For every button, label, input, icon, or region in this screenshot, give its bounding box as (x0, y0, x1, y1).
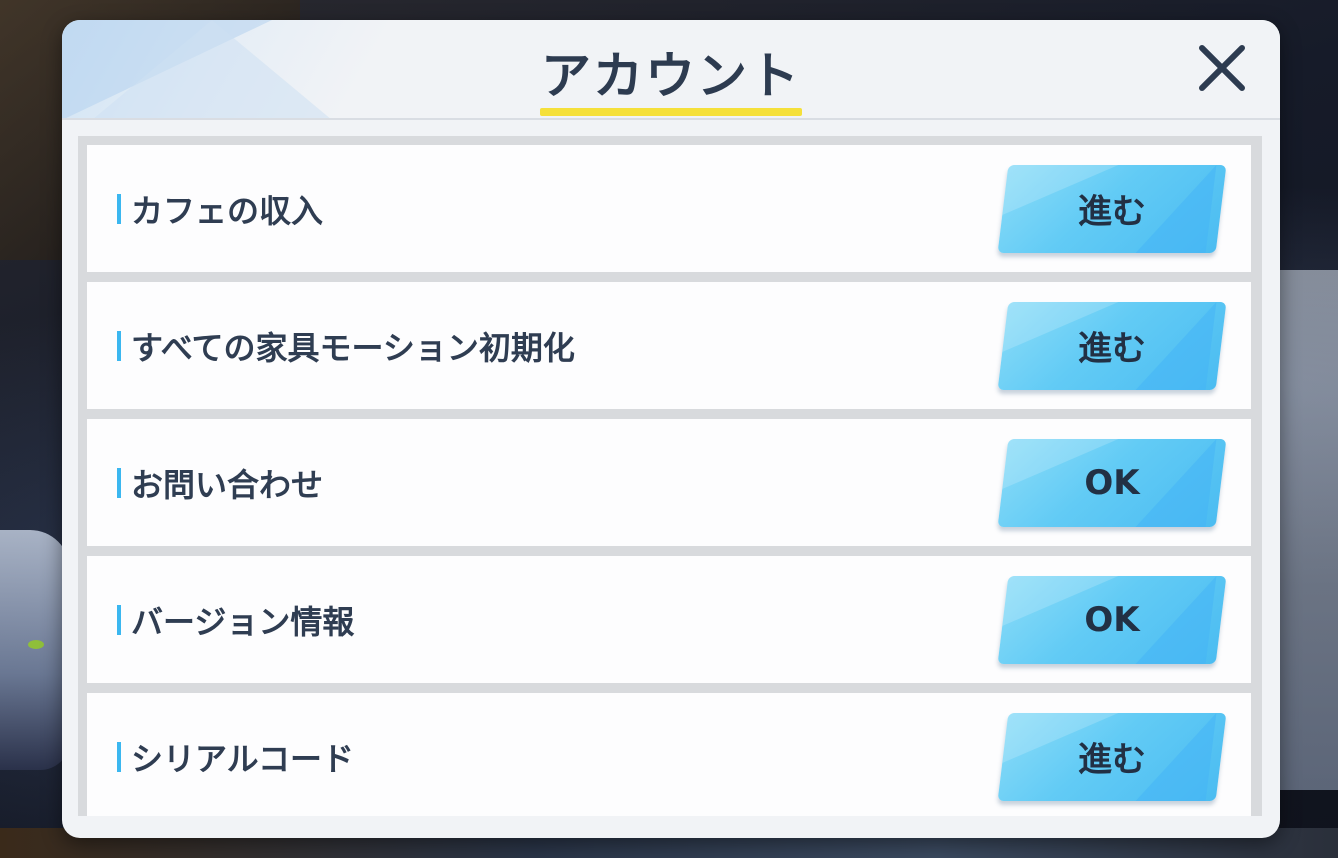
row-label: カフェの収入 (131, 191, 324, 230)
settings-list: カフェの収入 進む すべての家具モーション初期化 進む お問い合わせ OK バー… (78, 136, 1262, 816)
background-character (0, 530, 70, 770)
list-item-version-info: バージョン情報 OK (87, 556, 1251, 683)
background-decoration (1278, 270, 1338, 790)
label-bar (117, 193, 121, 224)
background-character-eye (28, 640, 44, 649)
label-bar (117, 330, 121, 361)
account-dialog: アカウント カフェの収入 進む すべての家具モーション初期化 進む お問い合わせ… (62, 20, 1280, 838)
button-label: OK (1084, 599, 1140, 640)
list-item-serial-code: シリアルコード 進む (87, 693, 1251, 816)
ok-button[interactable]: OK (997, 438, 1227, 527)
close-button[interactable] (1192, 38, 1252, 98)
list-item-contact: お問い合わせ OK (87, 419, 1251, 546)
label-bar (117, 604, 121, 635)
row-label: お問い合わせ (131, 465, 324, 504)
row-label: バージョン情報 (131, 602, 355, 641)
dialog-title: アカウント (541, 47, 801, 105)
proceed-button[interactable]: 進む (997, 164, 1227, 253)
button-label: 進む (1078, 740, 1146, 780)
label-bar (117, 467, 121, 498)
button-label: 進む (1078, 192, 1146, 232)
header-divider (62, 118, 1280, 120)
row-label: すべての家具モーション初期化 (131, 328, 575, 367)
button-label: 進む (1078, 329, 1146, 369)
proceed-button[interactable]: 進む (997, 712, 1227, 801)
close-icon (1199, 45, 1245, 91)
title-underline (540, 108, 802, 116)
button-label: OK (1084, 462, 1140, 503)
dialog-header: アカウント (62, 20, 1280, 120)
row-label: シリアルコード (131, 739, 355, 778)
label-bar (117, 741, 121, 772)
list-item-cafe-income: カフェの収入 進む (87, 145, 1251, 272)
list-item-reset-furniture-motion: すべての家具モーション初期化 進む (87, 282, 1251, 409)
proceed-button[interactable]: 進む (997, 301, 1227, 390)
ok-button[interactable]: OK (997, 575, 1227, 664)
